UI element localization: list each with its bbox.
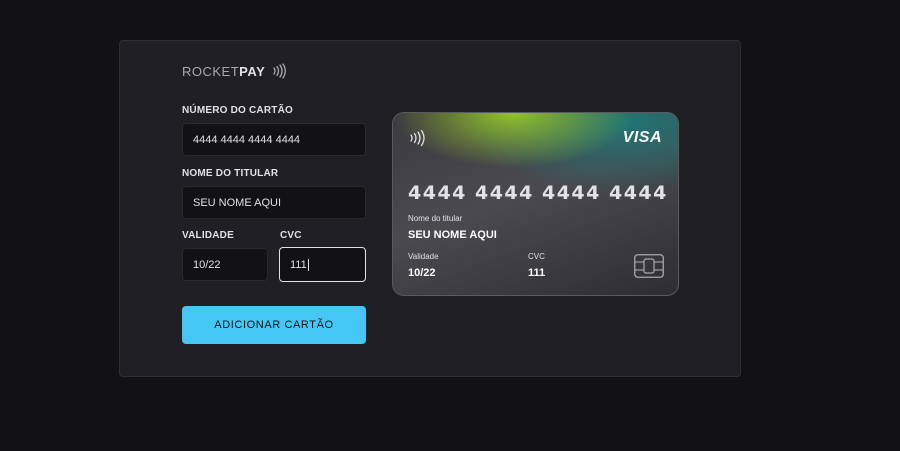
text-caret	[307, 258, 309, 271]
holder-name-input[interactable]: SEU NOME AQUI	[182, 186, 366, 219]
contactless-icon	[410, 129, 425, 147]
holder-name-input-value: SEU NOME AQUI	[193, 196, 282, 209]
logo-word-pay: PAY	[239, 63, 266, 79]
cvc-display: 111	[528, 267, 546, 279]
holder-name-display: SEU NOME AQUI	[408, 229, 497, 241]
card-number-display: 4444 4444 4444 4444	[408, 182, 668, 204]
holder-name-label: NOME DO TITULAR	[182, 168, 279, 179]
cvc-input[interactable]: 111	[279, 247, 366, 282]
expiry-input[interactable]: 10/22	[182, 248, 268, 281]
card-number-label: NÚMERO DO CARTÃO	[182, 105, 293, 116]
contactless-icon	[273, 63, 287, 79]
credit-card-preview: VISA 4444 4444 4444 4444 Nome do titular…	[392, 112, 679, 296]
add-card-button-label: ADICIONAR CARTÃO	[214, 319, 334, 331]
visa-logo: VISA	[622, 129, 662, 146]
card-number-input-value: 4444 4444 4444 4444	[193, 133, 301, 146]
holder-name-caption: Nome do titular	[408, 214, 463, 223]
logo-word-rocket: ROCKET	[182, 63, 240, 79]
add-card-button[interactable]: ADICIONAR CARTÃO	[182, 306, 366, 344]
expiry-label: VALIDADE	[182, 230, 234, 241]
card-number-input[interactable]: 4444 4444 4444 4444	[182, 123, 366, 156]
cvc-label: CVC	[280, 230, 302, 241]
expiry-caption: Validade	[408, 252, 439, 261]
rocketpay-logo: ROCKET PAY	[182, 63, 287, 79]
expiry-input-value: 10/22	[193, 258, 221, 271]
cvc-input-value: 111	[290, 258, 307, 271]
expiry-display: 10/22	[408, 267, 436, 279]
card-chip-icon	[634, 254, 664, 278]
payment-panel: ROCKET PAY NÚMERO DO CARTÃO 4444 4444 44…	[119, 40, 741, 377]
cvc-caption: CVC	[528, 252, 545, 261]
